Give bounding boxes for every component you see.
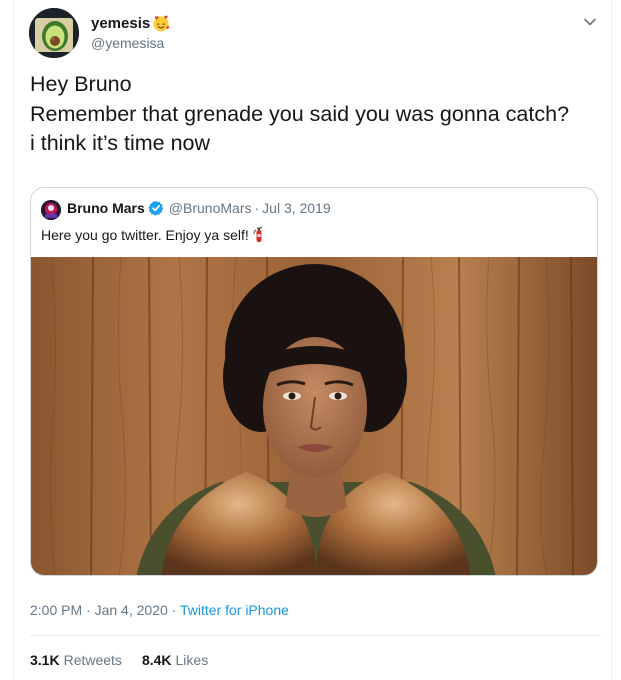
- likes-stat[interactable]: 8.4K Likes: [142, 652, 208, 668]
- likes-label: Likes: [175, 652, 209, 668]
- smiling-face-with-hearts-icon: [153, 15, 170, 32]
- retweets-label: Retweets: [63, 652, 122, 668]
- quoted-author-name[interactable]: Bruno Mars: [67, 200, 145, 216]
- tweet-page: yemesis @yemesisa Hey Bruno Remember tha…: [0, 0, 621, 680]
- quoted-header-separator: ·: [254, 200, 260, 216]
- tweet-time[interactable]: 2:00 PM: [30, 602, 82, 618]
- avocado-avatar-image: [29, 8, 79, 58]
- tweet-text-line: Remember that grenade you said you was g…: [30, 101, 570, 126]
- tweet-stats: 3.1K Retweets 8.4K Likes: [30, 652, 208, 668]
- tweet-options-button[interactable]: [580, 12, 600, 32]
- quoted-author-handle[interactable]: @BrunoMars: [169, 200, 252, 216]
- tweet-text: Hey Bruno Remember that grenade you said…: [30, 70, 605, 159]
- author-handle[interactable]: @yemesisa: [91, 35, 164, 51]
- tweet-date[interactable]: Jan 4, 2020: [95, 602, 168, 618]
- quoted-tweet-text: Here you go twitter. Enjoy ya self!: [41, 226, 265, 243]
- author-avatar[interactable]: [29, 8, 79, 58]
- quoted-avatar-image: [41, 200, 61, 220]
- tweet-meta: 2:00 PM · Jan 4, 2020 · Twitter for iPho…: [30, 602, 289, 618]
- meta-separator: ·: [86, 602, 91, 618]
- likes-count: 8.4K: [141, 652, 172, 668]
- author-display-name: yemesis: [91, 14, 151, 32]
- quoted-tweet-date[interactable]: Jul 3, 2019: [262, 200, 331, 216]
- retweets-stat[interactable]: 3.1K Retweets: [30, 652, 122, 668]
- quoted-text-content: Here you go twitter. Enjoy ya self!: [41, 226, 249, 243]
- quoted-tweet-header: Bruno Mars @BrunoMars · Jul 3, 2019: [67, 200, 331, 216]
- fire-extinguisher-icon: [253, 226, 262, 242]
- author-name[interactable]: yemesis: [91, 14, 170, 32]
- portrait-photo-image: [31, 257, 597, 575]
- frame-border-left: [13, 0, 14, 680]
- tweet-text-line: Hey Bruno: [30, 72, 132, 96]
- tweet-source-link[interactable]: Twitter for iPhone: [180, 602, 289, 618]
- quoted-tweet-card[interactable]: Bruno Mars @BrunoMars · Jul 3, 2019 Here…: [30, 187, 598, 576]
- divider: [30, 635, 601, 636]
- frame-border-right: [611, 0, 612, 680]
- tweet-text-line: i think it’s time now: [30, 131, 211, 155]
- retweets-count: 3.1K: [30, 652, 60, 668]
- quoted-author-avatar[interactable]: [41, 200, 61, 220]
- verified-badge-icon: [148, 200, 163, 216]
- quoted-tweet-photo[interactable]: [31, 257, 597, 575]
- meta-separator: ·: [171, 602, 177, 618]
- chevron-down-icon: [584, 18, 596, 26]
